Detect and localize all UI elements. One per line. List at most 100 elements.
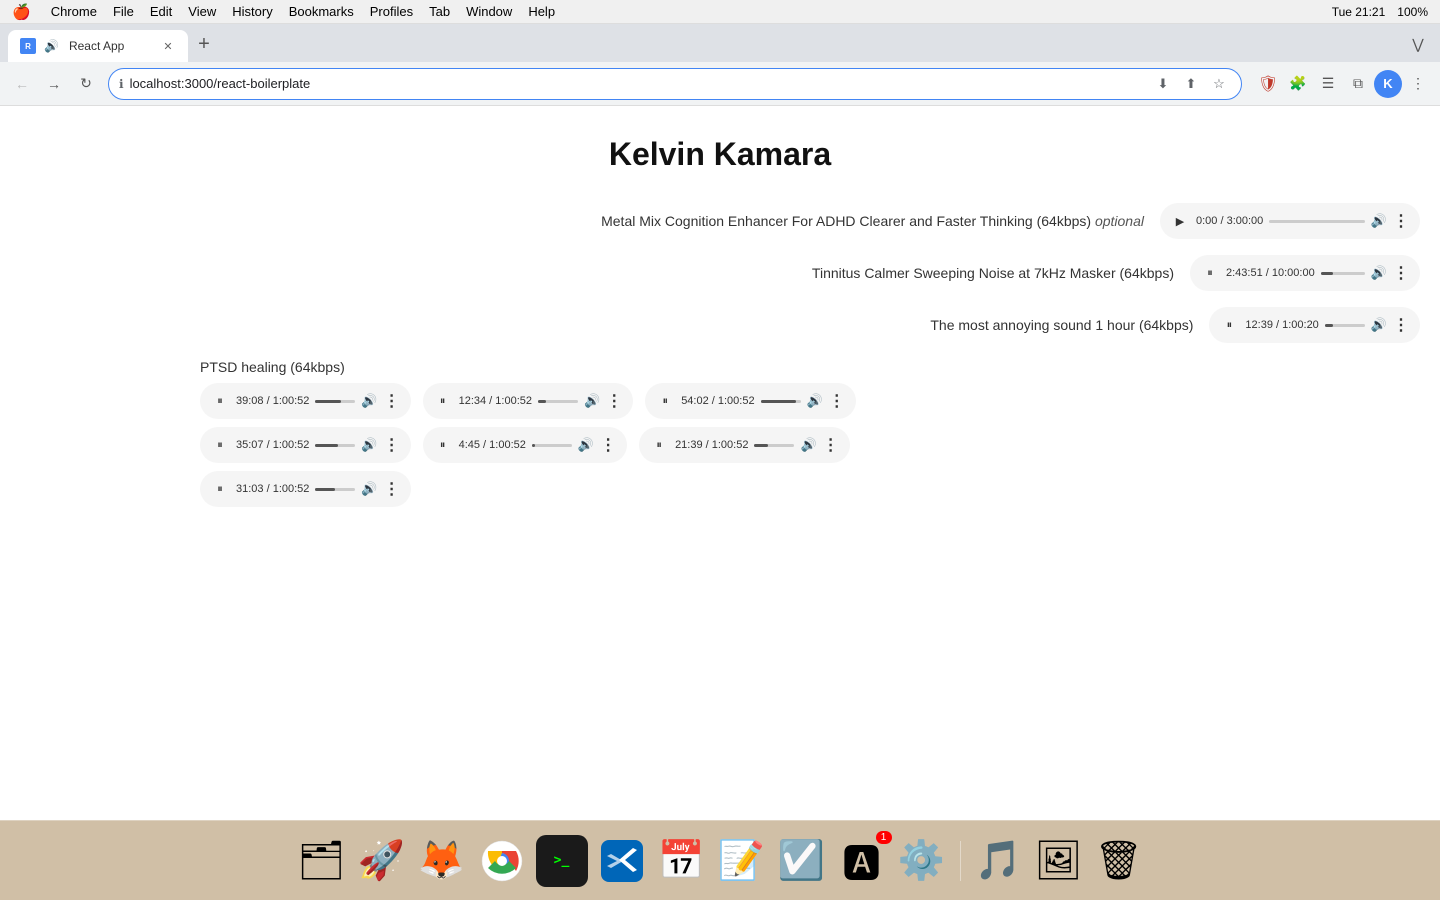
bookmark-button[interactable]: ☆ bbox=[1207, 72, 1231, 96]
address-bar[interactable]: ℹ localhost:3000/react-boilerplate ⬇ ⬆ ☆ bbox=[108, 68, 1242, 100]
time-4a: 39:08 / 1:00:52 bbox=[236, 395, 309, 407]
pause-button-4d[interactable]: ⏸ bbox=[210, 435, 230, 455]
url-text[interactable]: localhost:3000/react-boilerplate bbox=[130, 76, 1145, 91]
menu-chrome[interactable]: Chrome bbox=[51, 4, 97, 19]
dock-music[interactable]: 🎵 bbox=[973, 835, 1025, 887]
progress-bar-4g[interactable] bbox=[315, 488, 355, 491]
pause-button-4e[interactable]: ⏸ bbox=[433, 435, 453, 455]
dock-launchpad[interactable]: 🚀 bbox=[356, 835, 408, 887]
progress-bar-4d[interactable] bbox=[315, 444, 355, 447]
volume-button-3[interactable]: 🔊 bbox=[1371, 317, 1387, 333]
audio-player-4c[interactable]: ⏸ 54:02 / 1:00:52 🔊 ⋮ bbox=[645, 383, 856, 419]
new-tab-button[interactable]: + bbox=[190, 30, 218, 58]
progress-bar-4b[interactable] bbox=[538, 400, 578, 403]
more-4c[interactable]: ⋮ bbox=[829, 391, 846, 411]
more-button-3[interactable]: ⋮ bbox=[1393, 315, 1410, 335]
pause-button-4a[interactable]: ⏸ bbox=[210, 391, 230, 411]
more-4e[interactable]: ⋮ bbox=[600, 435, 617, 455]
pause-button-3[interactable]: ⏸ bbox=[1219, 315, 1239, 335]
progress-bar-3[interactable] bbox=[1325, 324, 1365, 327]
active-tab[interactable]: R 🔊 React App ✕ bbox=[8, 30, 188, 62]
more-button-2[interactable]: ⋮ bbox=[1393, 263, 1410, 283]
reload-button[interactable]: ↻ bbox=[72, 70, 100, 98]
menu-bookmarks[interactable]: Bookmarks bbox=[289, 4, 354, 19]
dock-firefox[interactable]: 🦊 bbox=[416, 835, 468, 887]
profile-button[interactable]: K bbox=[1374, 70, 1402, 98]
volume-4f[interactable]: 🔊 bbox=[800, 437, 816, 453]
volume-4a[interactable]: 🔊 bbox=[361, 393, 377, 409]
back-button[interactable]: ← bbox=[8, 70, 36, 98]
splitview-button[interactable]: ⧉ bbox=[1344, 70, 1372, 98]
pause-button-4b[interactable]: ⏸ bbox=[433, 391, 453, 411]
dock-chrome[interactable] bbox=[476, 835, 528, 887]
dock-finder[interactable]: 🗂 bbox=[296, 835, 348, 887]
progress-bar-2[interactable] bbox=[1321, 272, 1365, 275]
volume-4b[interactable]: 🔊 bbox=[584, 393, 600, 409]
sidebar-extension[interactable]: ☰ bbox=[1314, 70, 1342, 98]
audio-player-2[interactable]: ⏸ 2:43:51 / 10:00:00 🔊 ⋮ bbox=[1190, 255, 1420, 291]
forward-button[interactable]: → bbox=[40, 70, 68, 98]
dock-calendar[interactable]: 📅 bbox=[656, 835, 708, 887]
progress-fill-2 bbox=[1321, 272, 1333, 275]
progress-bar-1[interactable] bbox=[1269, 220, 1365, 223]
puzzle-extension[interactable]: 🧩 bbox=[1284, 70, 1312, 98]
menu-file[interactable]: File bbox=[113, 4, 134, 19]
dock-notes[interactable]: 📝 bbox=[716, 835, 768, 887]
dock-settings[interactable]: ⚙️ bbox=[896, 835, 948, 887]
more-4f[interactable]: ⋮ bbox=[823, 435, 840, 455]
volume-4d[interactable]: 🔊 bbox=[361, 437, 377, 453]
volume-button-1[interactable]: 🔊 bbox=[1371, 213, 1387, 229]
section4-label: PTSD healing (64kbps) bbox=[200, 359, 345, 375]
more-4d[interactable]: ⋮ bbox=[384, 435, 401, 455]
menu-profiles[interactable]: Profiles bbox=[370, 4, 413, 19]
volume-4c[interactable]: 🔊 bbox=[807, 393, 823, 409]
menu-window[interactable]: Window bbox=[466, 4, 512, 19]
audio-player-4g[interactable]: ⏸ 31:03 / 1:00:52 🔊 ⋮ bbox=[200, 471, 411, 507]
dock-appstore[interactable]: 🅰 1 bbox=[836, 835, 888, 887]
menu-history[interactable]: History bbox=[232, 4, 272, 19]
menu-help[interactable]: Help bbox=[528, 4, 555, 19]
dock-vscode[interactable] bbox=[596, 835, 648, 887]
menu-tab[interactable]: Tab bbox=[429, 4, 450, 19]
audio-player-1[interactable]: ▶ 0:00 / 3:00:00 🔊 ⋮ bbox=[1160, 203, 1420, 239]
dock-reminders[interactable]: ☑️ bbox=[776, 835, 828, 887]
more-button-1[interactable]: ⋮ bbox=[1393, 211, 1410, 231]
volume-button-2[interactable]: 🔊 bbox=[1371, 265, 1387, 281]
dock-photos[interactable]: 🖼 bbox=[1033, 835, 1085, 887]
more-4a[interactable]: ⋮ bbox=[384, 391, 401, 411]
pause-button-4g[interactable]: ⏸ bbox=[210, 479, 230, 499]
share-button[interactable]: ⬆ bbox=[1179, 72, 1203, 96]
section3-label: The most annoying sound 1 hour (64kbps) bbox=[930, 317, 1193, 333]
progress-bar-4e[interactable] bbox=[532, 444, 572, 447]
volume-4e[interactable]: 🔊 bbox=[578, 437, 594, 453]
more-4g[interactable]: ⋮ bbox=[384, 479, 401, 499]
apple-menu[interactable]: 🍎 bbox=[12, 3, 31, 21]
pause-button-4f[interactable]: ⏸ bbox=[649, 435, 669, 455]
pause-button-2[interactable]: ⏸ bbox=[1200, 263, 1220, 283]
volume-4g[interactable]: 🔊 bbox=[361, 481, 377, 497]
section4: PTSD healing (64kbps) ⏸ 39:08 / 1:00:52 … bbox=[20, 359, 1420, 507]
dock-terminal[interactable]: >_ bbox=[536, 835, 588, 887]
progress-bar-4c[interactable] bbox=[761, 400, 801, 403]
section3: The most annoying sound 1 hour (64kbps) … bbox=[20, 307, 1420, 343]
audio-player-4f[interactable]: ⏸ 21:39 / 1:00:52 🔊 ⋮ bbox=[639, 427, 850, 463]
audio-player-3[interactable]: ⏸ 12:39 / 1:00:20 🔊 ⋮ bbox=[1209, 307, 1420, 343]
menu-view[interactable]: View bbox=[188, 4, 216, 19]
tab-search-button[interactable]: ⋁ bbox=[1404, 30, 1432, 58]
audio-player-4a[interactable]: ⏸ 39:08 / 1:00:52 🔊 ⋮ bbox=[200, 383, 411, 419]
tab-close-button[interactable]: ✕ bbox=[160, 38, 176, 54]
menu-edit[interactable]: Edit bbox=[150, 4, 172, 19]
progress-bar-4a[interactable] bbox=[315, 400, 355, 403]
more-4b[interactable]: ⋮ bbox=[606, 391, 623, 411]
progress-bar-4f[interactable] bbox=[754, 444, 794, 447]
dock-trash[interactable]: 🗑 bbox=[1093, 835, 1145, 887]
audio-player-4d[interactable]: ⏸ 35:07 / 1:00:52 🔊 ⋮ bbox=[200, 427, 411, 463]
audio-player-4e[interactable]: ⏸ 4:45 / 1:00:52 🔊 ⋮ bbox=[423, 427, 627, 463]
download-page-button[interactable]: ⬇ bbox=[1151, 72, 1175, 96]
progress-fill-4a bbox=[315, 400, 341, 403]
shield-extension[interactable]: 🛡 bbox=[1254, 70, 1282, 98]
pause-button-4c[interactable]: ⏸ bbox=[655, 391, 675, 411]
play-button-1[interactable]: ▶ bbox=[1170, 211, 1190, 231]
audio-player-4b[interactable]: ⏸ 12:34 / 1:00:52 🔊 ⋮ bbox=[423, 383, 634, 419]
chrome-menu-button[interactable]: ⋮ bbox=[1404, 70, 1432, 98]
